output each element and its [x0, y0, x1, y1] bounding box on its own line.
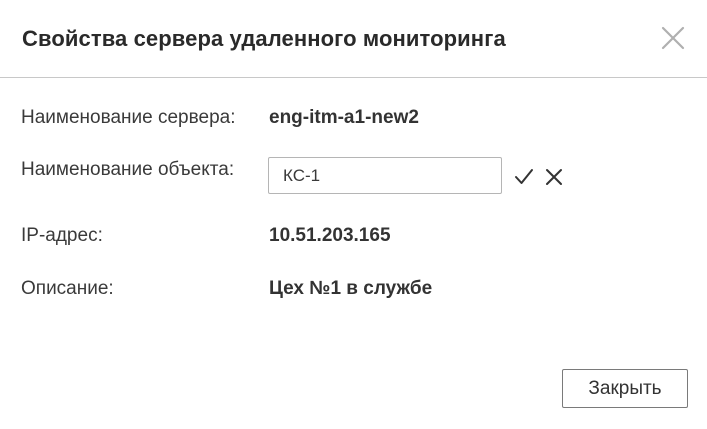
server-name-label: Наименование сервера: [21, 107, 236, 128]
object-name-input[interactable] [268, 157, 502, 194]
server-name-value: eng-itm-a1-new2 [269, 107, 419, 128]
description-label: Описание: [21, 278, 114, 299]
cancel-edit-button[interactable] [543, 166, 565, 188]
ip-address-label: IP-адрес: [21, 225, 103, 246]
close-icon [661, 26, 685, 50]
ip-address-value: 10.51.203.165 [269, 225, 391, 246]
close-button[interactable]: Закрыть [562, 369, 688, 408]
header-divider [0, 77, 707, 78]
server-properties-dialog: Свойства сервера удаленного мониторинга … [0, 0, 707, 429]
object-name-label: Наименование объекта: [21, 159, 235, 180]
dialog-title: Свойства сервера удаленного мониторинга [22, 26, 506, 51]
description-value: Цех №1 в службе [269, 278, 433, 299]
confirm-edit-button[interactable] [513, 166, 535, 188]
cancel-icon [546, 169, 562, 185]
check-icon [515, 169, 533, 184]
dialog-close-button[interactable] [660, 25, 686, 51]
